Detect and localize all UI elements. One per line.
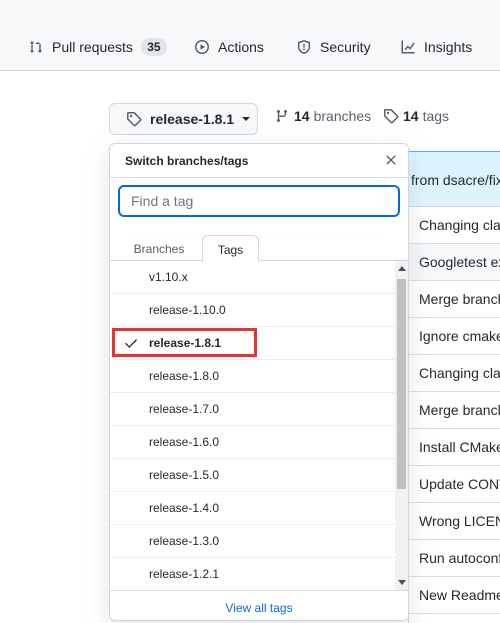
- commit-message[interactable]: Ignore cmake: [419, 328, 500, 344]
- commit-message[interactable]: Merge branch: [419, 402, 500, 418]
- caret-down-icon: [242, 117, 251, 121]
- branches-count: 14: [294, 108, 310, 124]
- commit-message[interactable]: Update CONT: [419, 476, 500, 492]
- commit-message[interactable]: Changing clar: [419, 217, 500, 233]
- pull-request-icon: [30, 41, 42, 53]
- table-row: Merge branch: [409, 281, 500, 318]
- nav-pull-requests[interactable]: Pull requests 35: [28, 36, 167, 58]
- dropdown-footer: View all tags: [110, 590, 408, 620]
- table-row: Changing clar: [409, 355, 500, 392]
- commit-message[interactable]: Install CMake: [419, 439, 500, 455]
- nav-insights-label: Insights: [424, 39, 473, 55]
- close-icon[interactable]: [384, 153, 398, 167]
- nav-pull-requests-label: Pull requests: [52, 39, 133, 55]
- scrollbar-thumb[interactable]: [397, 279, 406, 489]
- commit-message[interactable]: New Readme: [419, 587, 500, 603]
- list-item[interactable]: release-1.6.0: [110, 426, 395, 459]
- dropdown-tabs: Branches Tags: [110, 226, 408, 262]
- table-row: Install CMake: [409, 429, 500, 466]
- check-icon: [124, 336, 138, 350]
- branches-link[interactable]: 14 branches: [274, 108, 371, 124]
- tag-name: release-1.3.0: [149, 534, 220, 548]
- graph-icon: [401, 40, 415, 54]
- scroll-up-icon[interactable]: [398, 266, 406, 271]
- tag-name: release-1.8.0: [149, 369, 220, 383]
- commit-message[interactable]: Changing clar: [419, 365, 500, 381]
- list-item-selected[interactable]: release-1.8.1: [110, 327, 395, 360]
- dropdown-header: Switch branches/tags: [110, 144, 408, 178]
- table-row: Update CONT: [409, 466, 500, 503]
- nav-actions-label: Actions: [218, 39, 264, 55]
- tag-name: v1.10.x: [149, 270, 188, 284]
- tag-name: release-1.4.0: [149, 501, 220, 515]
- list-item[interactable]: release-1.10.0: [110, 294, 395, 327]
- table-row: Googletest ex: [409, 244, 500, 281]
- tag-icon: [126, 112, 142, 127]
- commit-list: from dsacre/fix Changing clar Googletest…: [408, 151, 500, 623]
- tag-list-scrollbar[interactable]: [395, 261, 408, 590]
- repo-nav: Pull requests 35 Actions Security Insigh…: [0, 0, 500, 71]
- scroll-down-icon[interactable]: [398, 580, 406, 585]
- latest-commit-header: from dsacre/fix: [409, 151, 500, 207]
- list-item[interactable]: v1.10.x: [110, 261, 395, 294]
- view-all-tags-link[interactable]: View all tags: [225, 601, 292, 615]
- latest-commit-message[interactable]: from dsacre/fix: [411, 172, 500, 188]
- tag-name: release-1.10.0: [149, 303, 226, 317]
- play-circle-icon: [195, 40, 209, 54]
- dropdown-title: Switch branches/tags: [125, 154, 249, 168]
- commit-message[interactable]: Merge branch: [419, 291, 500, 307]
- nav-actions[interactable]: Actions: [194, 36, 264, 58]
- tag-name: release-1.2.1: [149, 567, 220, 581]
- branch-tag-dropdown: Switch branches/tags Branches Tags v1.10…: [109, 143, 409, 621]
- table-row: Wrong LICEN: [409, 503, 500, 540]
- list-item[interactable]: release-1.5.0: [110, 459, 395, 492]
- commit-message[interactable]: Googletest ex: [419, 254, 500, 270]
- tag-select-button[interactable]: release-1.8.1: [109, 103, 258, 135]
- table-row: Changing clar: [409, 207, 500, 244]
- current-tag-label: release-1.8.1: [150, 111, 235, 127]
- table-row: Ignore cmake: [409, 318, 500, 355]
- branches-label: branches: [313, 108, 372, 124]
- tab-branches[interactable]: Branches: [124, 235, 194, 261]
- list-item[interactable]: release-1.4.0: [110, 492, 395, 525]
- table-row: New Readme: [409, 577, 500, 614]
- commit-message[interactable]: Wrong LICEN: [419, 513, 500, 529]
- branch-icon: [277, 110, 287, 122]
- list-item[interactable]: release-1.3.0: [110, 525, 395, 558]
- find-tag-input[interactable]: [118, 185, 400, 217]
- nav-insights[interactable]: Insights: [400, 36, 472, 58]
- tag-name: release-1.7.0: [149, 402, 220, 416]
- pull-requests-counter: 35: [140, 38, 167, 56]
- tab-tags[interactable]: Tags: [202, 235, 259, 262]
- nav-security[interactable]: Security: [296, 36, 371, 58]
- list-item[interactable]: release-1.2.1: [110, 558, 395, 590]
- list-item[interactable]: release-1.7.0: [110, 393, 395, 426]
- table-row: Run autoconf: [409, 540, 500, 577]
- tag-name: release-1.8.1: [149, 336, 222, 350]
- table-row: Merge branch: [409, 392, 500, 429]
- tag-name: release-1.5.0: [149, 468, 220, 482]
- tag-list: v1.10.x release-1.10.0 release-1.8.1 rel…: [110, 261, 395, 590]
- tags-count: 14: [403, 108, 419, 124]
- list-item[interactable]: release-1.8.0: [110, 360, 395, 393]
- tags-link[interactable]: 14 tags: [383, 108, 449, 124]
- shield-icon: [298, 40, 310, 54]
- tags-label: tags: [422, 108, 450, 124]
- commit-message[interactable]: Run autoconf: [419, 550, 500, 566]
- nav-security-label: Security: [320, 39, 371, 55]
- tag-name: release-1.6.0: [149, 435, 220, 449]
- tag-icon: [383, 109, 399, 124]
